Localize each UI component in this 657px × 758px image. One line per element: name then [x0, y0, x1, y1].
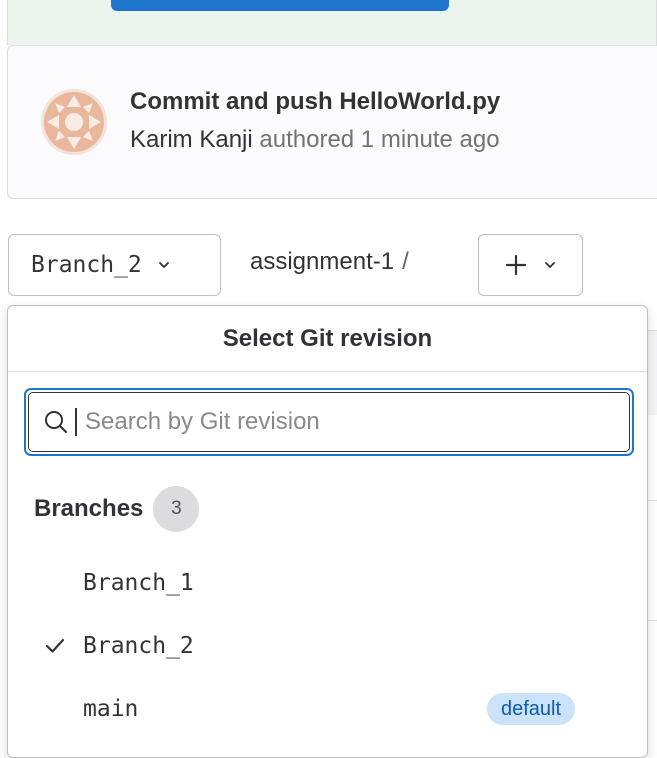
check-icon	[45, 638, 65, 653]
breadcrumb-repo[interactable]: assignment-1	[250, 248, 394, 275]
chevron-down-icon	[544, 262, 555, 268]
commit-meta: Karim Kanji authored 1 minute ago	[130, 126, 500, 154]
breadcrumb-separator: /	[402, 248, 409, 275]
search-input[interactable]	[85, 408, 605, 436]
text-caret	[75, 408, 77, 436]
alert-action-button[interactable]	[111, 0, 449, 11]
commit-title[interactable]: Commit and push HelloWorld.py	[130, 88, 500, 116]
default-badge: default	[487, 693, 576, 725]
git-revision-dropdown: Select Git revision Branches 3 Branch_1 …	[7, 305, 648, 758]
branch-item-branch-2[interactable]: Branch_2	[8, 616, 649, 676]
add-to-tree-button[interactable]	[478, 234, 583, 296]
avatar[interactable]	[41, 89, 107, 155]
branches-group-header: Branches 3	[34, 486, 200, 532]
branch-item-label: Branch_2	[83, 633, 194, 659]
last-commit-card: Commit and push HelloWorld.py Karim Kanj…	[7, 45, 657, 199]
alert-strip	[7, 0, 657, 45]
repository-page: Commit and push HelloWorld.py Karim Kanj…	[0, 0, 657, 758]
plus-icon	[505, 254, 526, 276]
branch-item-main[interactable]: main default	[8, 679, 649, 739]
search-icon	[45, 411, 68, 434]
identicon-icon	[41, 89, 107, 155]
branch-item-label: main	[83, 696, 139, 722]
chevron-down-icon	[158, 262, 169, 268]
breadcrumb: assignment-1 /	[250, 248, 409, 276]
commit-authored-time: authored 1 minute ago	[259, 126, 500, 153]
branch-selector-button[interactable]: Branch_2	[8, 234, 221, 296]
branches-count-badge: 3	[153, 486, 200, 532]
branch-item-label: Branch_1	[83, 570, 194, 596]
commit-author[interactable]: Karim Kanji	[130, 126, 253, 153]
branches-group-label: Branches	[34, 495, 144, 522]
search-box[interactable]	[28, 392, 630, 452]
branch-selector-label: Branch_2	[31, 252, 142, 278]
search-focus-ring	[24, 388, 634, 456]
dropdown-header: Select Git revision	[8, 306, 647, 372]
branch-item-branch-1[interactable]: Branch_1	[8, 553, 649, 613]
